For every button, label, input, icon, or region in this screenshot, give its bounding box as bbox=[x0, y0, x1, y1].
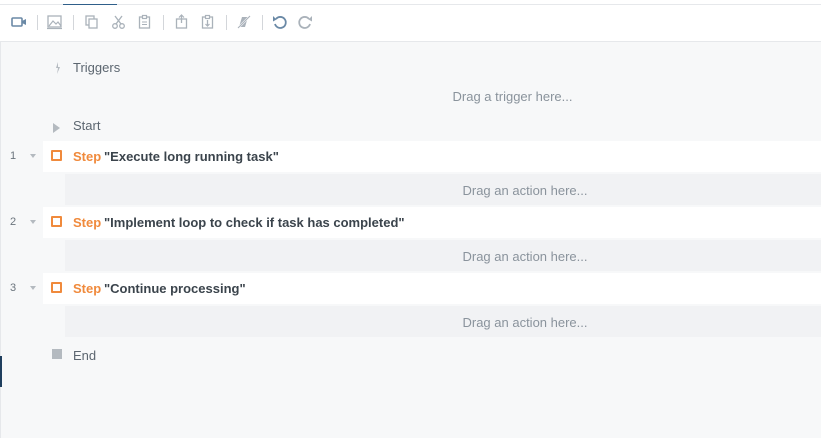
step-square-icon bbox=[51, 282, 62, 293]
step-number: 2 bbox=[10, 216, 17, 228]
paste-icon[interactable] bbox=[136, 13, 154, 31]
chevron-down-icon[interactable] bbox=[30, 286, 36, 290]
toolbar bbox=[0, 5, 821, 42]
step-keyword: Step bbox=[73, 149, 102, 164]
step-square-icon bbox=[51, 150, 62, 161]
step-keyword: Step bbox=[73, 215, 102, 230]
selection-marker bbox=[0, 356, 2, 387]
step-number: 1 bbox=[10, 150, 17, 162]
play-icon bbox=[52, 119, 62, 133]
step-name: "Implement loop to check if task has com… bbox=[104, 215, 405, 230]
lightning-icon bbox=[53, 60, 63, 74]
triggers-label: Triggers bbox=[73, 60, 121, 75]
stop-icon bbox=[52, 349, 62, 359]
toolbar-separator bbox=[262, 15, 263, 30]
redo-icon[interactable] bbox=[296, 13, 314, 31]
action-drop-zone[interactable]: Drag an action here... bbox=[310, 315, 740, 330]
chevron-down-icon[interactable] bbox=[30, 154, 36, 158]
toolbar-separator bbox=[163, 15, 164, 30]
toolbar-separator bbox=[37, 15, 38, 30]
action-drop-zone[interactable]: Drag an action here... bbox=[310, 249, 740, 264]
step-square-icon bbox=[51, 216, 62, 227]
paste-before-icon[interactable] bbox=[173, 13, 191, 31]
chevron-down-icon[interactable] bbox=[30, 220, 36, 224]
step-number: 3 bbox=[10, 282, 17, 294]
action-drop-zone[interactable]: Drag an action here... bbox=[310, 183, 740, 198]
trigger-drop-zone[interactable]: Drag a trigger here... bbox=[300, 89, 725, 104]
toolbar-separator bbox=[73, 15, 74, 30]
copy-icon[interactable] bbox=[83, 13, 101, 31]
flow-editor: Triggers Drag a trigger here... Start 1 … bbox=[0, 0, 821, 438]
image-icon[interactable] bbox=[46, 13, 64, 31]
paste-after-icon[interactable] bbox=[199, 13, 217, 31]
step-keyword: Step bbox=[73, 281, 102, 296]
video-camera-icon[interactable] bbox=[10, 13, 28, 31]
end-label: End bbox=[73, 348, 97, 363]
toolbar-separator bbox=[226, 15, 227, 30]
start-label: Start bbox=[73, 118, 101, 133]
step-name: "Execute long running task" bbox=[104, 149, 279, 164]
disable-icon[interactable] bbox=[235, 13, 253, 31]
cut-icon[interactable] bbox=[110, 13, 128, 31]
step-name: "Continue processing" bbox=[104, 281, 246, 296]
undo-icon[interactable] bbox=[271, 13, 289, 31]
